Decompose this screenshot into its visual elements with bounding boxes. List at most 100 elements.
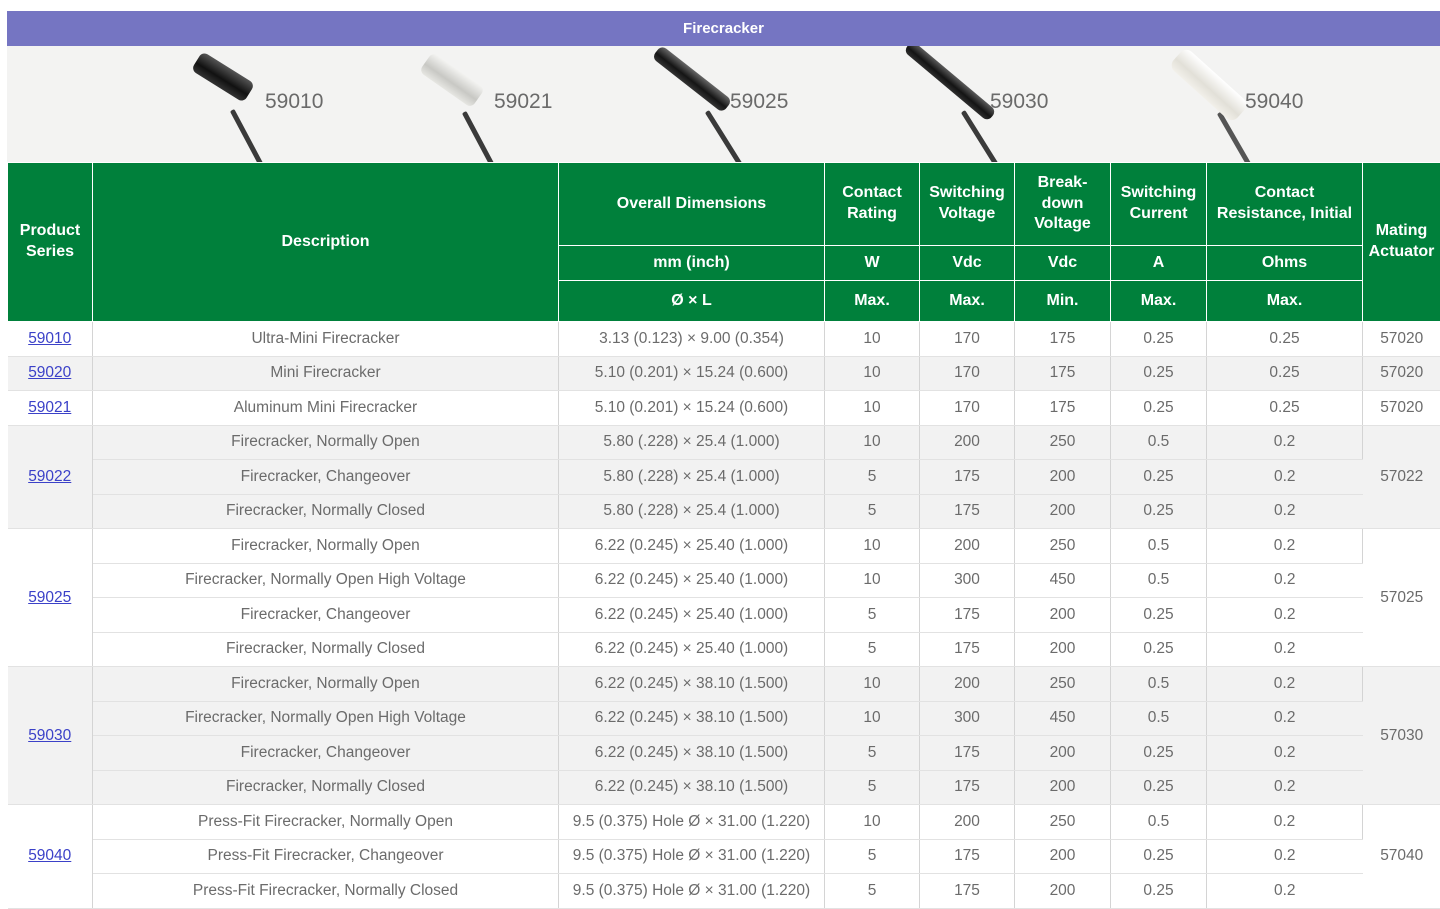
series-link-59030[interactable]: 59030	[28, 727, 71, 744]
header-unit-breakdown-voltage: Vdc	[1015, 246, 1111, 281]
switching-current-cell: 0.5	[1111, 563, 1207, 598]
contact-resistance-cell: 0.2	[1207, 563, 1363, 598]
contact-resistance-cell: 0.2	[1207, 701, 1363, 736]
contact-resistance-cell: 0.25	[1207, 391, 1363, 426]
description-cell: Firecracker, Changeover	[93, 598, 559, 633]
contact-rating-cell: 5	[825, 494, 920, 529]
series-cell: 59030	[8, 667, 93, 805]
switching-voltage-cell: 300	[920, 563, 1015, 598]
dimensions-cell: 5.80 (.228) × 25.4 (1.000)	[559, 460, 825, 495]
contact-rating-cell: 10	[825, 667, 920, 702]
breakdown-voltage-cell: 250	[1015, 805, 1111, 840]
contact-resistance-cell: 0.2	[1207, 839, 1363, 874]
series-link-59010[interactable]: 59010	[28, 330, 71, 347]
series-link-59040[interactable]: 59040	[28, 847, 71, 864]
switching-voltage-cell: 175	[920, 736, 1015, 771]
switching-voltage-cell: 170	[920, 391, 1015, 426]
contact-rating-cell: 5	[825, 770, 920, 805]
product-photo-label: 59010	[265, 90, 323, 114]
description-cell: Mini Firecracker	[93, 356, 559, 391]
contact-resistance-cell: 0.2	[1207, 770, 1363, 805]
switching-voltage-cell: 175	[920, 494, 1015, 529]
product-body	[191, 51, 255, 103]
series-link-59025[interactable]: 59025	[28, 589, 71, 606]
description-cell: Firecracker, Normally Open	[93, 529, 559, 564]
switching-voltage-cell: 200	[920, 805, 1015, 840]
breakdown-voltage-cell: 200	[1015, 736, 1111, 771]
description-cell: Firecracker, Normally Closed	[93, 494, 559, 529]
contact-resistance-cell: 0.2	[1207, 494, 1363, 529]
switching-current-cell: 0.5	[1111, 701, 1207, 736]
contact-resistance-cell: 0.25	[1207, 356, 1363, 391]
product-photo-59040: 59040	[1212, 46, 1213, 162]
header-contact-resistance: Contact Resistance, Initial	[1207, 163, 1363, 246]
mating-actuator-cell: 57020	[1363, 391, 1440, 426]
header-overall-dimensions: Overall Dimensions	[559, 163, 825, 246]
mating-actuator-cell: 57020	[1363, 322, 1440, 357]
header-contact-rating: Contact Rating	[825, 163, 920, 246]
specs-table: Product Series Description Overall Dimen…	[7, 162, 1440, 909]
switching-voltage-cell: 170	[920, 356, 1015, 391]
description-cell: Firecracker, Changeover	[93, 460, 559, 495]
description-cell: Firecracker, Normally Open High Voltage	[93, 563, 559, 598]
contact-resistance-cell: 0.2	[1207, 425, 1363, 460]
breakdown-voltage-cell: 200	[1015, 598, 1111, 633]
series-link-59021[interactable]: 59021	[28, 399, 71, 416]
breakdown-voltage-cell: 250	[1015, 667, 1111, 702]
breakdown-voltage-cell: 175	[1015, 356, 1111, 391]
description-cell: Aluminum Mini Firecracker	[93, 391, 559, 426]
series-cell: 59040	[8, 805, 93, 909]
breakdown-voltage-cell: 200	[1015, 839, 1111, 874]
contact-resistance-cell: 0.2	[1207, 598, 1363, 633]
table-row: Firecracker, Normally Closed5.80 (.228) …	[8, 494, 1440, 529]
product-photo-label: 59040	[1245, 90, 1303, 114]
dimensions-cell: 9.5 (0.375) Hole Ø × 31.00 (1.220)	[559, 839, 825, 874]
product-photo-59025: 59025	[697, 46, 698, 162]
dimensions-cell: 3.13 (0.123) × 9.00 (0.354)	[559, 322, 825, 357]
switching-current-cell: 0.5	[1111, 805, 1207, 840]
series-cell: 59022	[8, 425, 93, 529]
description-cell: Firecracker, Normally Open	[93, 425, 559, 460]
description-cell: Ultra-Mini Firecracker	[93, 322, 559, 357]
header-unit-switching-voltage: Vdc	[920, 246, 1015, 281]
switching-voltage-cell: 200	[920, 667, 1015, 702]
table-row: 59020Mini Firecracker5.10 (0.201) × 15.2…	[8, 356, 1440, 391]
table-row: 59010 Ultra-Mini Firecracker3.13 (0.123) …	[8, 322, 1440, 357]
dimensions-cell: 9.5 (0.375) Hole Ø × 31.00 (1.220)	[559, 805, 825, 840]
product-body	[903, 46, 996, 122]
specs-table-body: 59010 Ultra-Mini Firecracker3.13 (0.123) …	[8, 322, 1440, 909]
series-cell: 59020	[8, 356, 93, 391]
switching-current-cell: 0.25	[1111, 770, 1207, 805]
header-mating-actuator: Mating Actuator	[1363, 163, 1440, 322]
mating-actuator-cell: 57020	[1363, 356, 1440, 391]
table-row: 59021 Aluminum Mini Firecracker5.10 (0.20…	[8, 391, 1440, 426]
contact-rating-cell: 5	[825, 632, 920, 667]
contact-resistance-cell: 0.2	[1207, 736, 1363, 771]
header-description: Description	[93, 163, 559, 322]
series-link-59022[interactable]: 59022	[28, 468, 71, 485]
switching-voltage-cell: 175	[920, 632, 1015, 667]
dimensions-cell: 5.10 (0.201) × 15.24 (0.600)	[559, 391, 825, 426]
table-row: 59040Press-Fit Firecracker, Normally Ope…	[8, 805, 1440, 840]
series-link-59020[interactable]: 59020	[28, 364, 71, 381]
breakdown-voltage-cell: 250	[1015, 529, 1111, 564]
breakdown-voltage-cell: 200	[1015, 770, 1111, 805]
contact-rating-cell: 10	[825, 391, 920, 426]
contact-resistance-cell: 0.2	[1207, 632, 1363, 667]
breakdown-voltage-cell: 175	[1015, 322, 1111, 357]
dimensions-cell: 5.80 (.228) × 25.4 (1.000)	[559, 425, 825, 460]
description-cell: Firecracker, Normally Closed	[93, 632, 559, 667]
switching-current-cell: 0.5	[1111, 667, 1207, 702]
header-breakdown-voltage: Break-down Voltage	[1015, 163, 1111, 246]
mating-actuator-cell: 57025	[1363, 529, 1440, 667]
header-switching-current: Switching Current	[1111, 163, 1207, 246]
contact-rating-cell: 5	[825, 736, 920, 771]
table-row: Firecracker, Changeover6.22 (0.245) × 25…	[8, 598, 1440, 633]
table-row: 59030Firecracker, Normally Open6.22 (0.2…	[8, 667, 1440, 702]
header-unit-resistance: Ohms	[1207, 246, 1363, 281]
header-limit-dimensions: Ø × L	[559, 281, 825, 322]
dimensions-cell: 6.22 (0.245) × 38.10 (1.500)	[559, 667, 825, 702]
switching-current-cell: 0.25	[1111, 494, 1207, 529]
series-cell: 59021	[8, 391, 93, 426]
header-limit-breakdown-voltage: Min.	[1015, 281, 1111, 322]
